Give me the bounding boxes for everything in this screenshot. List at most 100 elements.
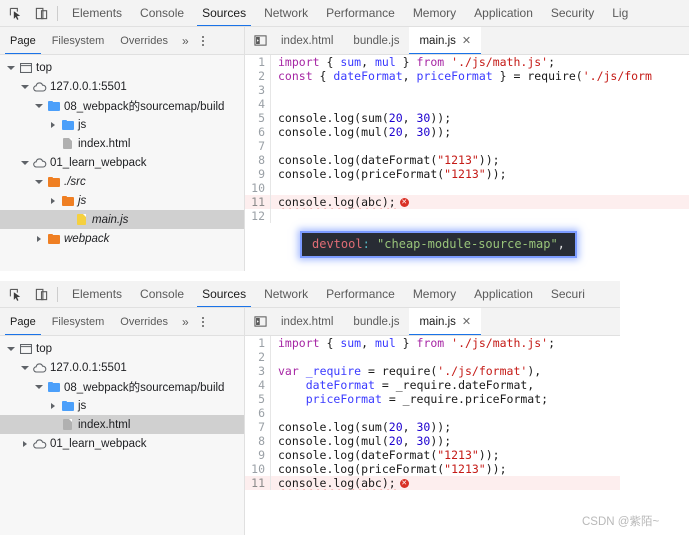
chevron-down-icon[interactable] <box>34 179 43 184</box>
tree-row[interactable]: js <box>0 396 244 415</box>
tab-memory[interactable]: Memory <box>404 281 465 307</box>
tab-network[interactable]: Network <box>255 281 317 307</box>
tree-twisty[interactable] <box>46 197 59 204</box>
code-line[interactable]: 7 console.log(sum(20, 30)); <box>245 420 620 434</box>
error-badge-icon[interactable]: ✕ <box>399 198 409 207</box>
tab-console[interactable]: Console <box>131 0 193 26</box>
nav-more-tabs-icon[interactable]: » <box>176 308 195 335</box>
chevron-down-icon[interactable] <box>6 65 15 70</box>
code-line[interactable]: 9 console.log(dateFormat("1213")); <box>245 448 620 462</box>
device-toolbar-icon[interactable] <box>28 0 54 26</box>
tab-application[interactable]: Application <box>465 281 542 307</box>
code-line[interactable]: 5 priceFormat = _require.priceFormat; <box>245 392 620 406</box>
editor-tab-index-html[interactable]: index.html <box>271 27 343 54</box>
tree-row[interactable]: 08_webpack的sourcemap/build <box>0 96 244 115</box>
code-line[interactable]: 9 console.log(priceFormat("1213")); <box>245 167 689 181</box>
source-editor[interactable]: 1 import { sum, mul } from './js/math.js'… <box>245 336 620 535</box>
tab-application[interactable]: Application <box>465 0 542 26</box>
code-content[interactable]: 1 import { sum, mul } from './js/math.js'… <box>245 336 620 490</box>
tree-row[interactable]: js <box>0 115 244 134</box>
tab-security[interactable]: Securi <box>542 281 594 307</box>
tab-performance[interactable]: Performance <box>317 0 404 26</box>
file-navigator-tree[interactable]: top 127.0.0.1:5501 08_webpack的sourcemap/bu… <box>0 336 245 535</box>
inspect-element-icon[interactable] <box>2 0 28 26</box>
nav-tab-page[interactable]: Page <box>2 27 44 54</box>
editor-tab-bundle-js[interactable]: bundle.js <box>343 27 409 54</box>
editor-tab-bundle-js[interactable]: bundle.js <box>343 308 409 335</box>
navigator-more-options-icon[interactable] <box>195 27 211 54</box>
source-editor[interactable]: 1 import { sum, mul } from './js/math.js'… <box>245 55 689 271</box>
collapse-navigator-icon[interactable] <box>249 27 271 54</box>
navigator-more-options-icon[interactable] <box>195 308 211 335</box>
tab-sources[interactable]: Sources <box>193 0 255 26</box>
tab-performance[interactable]: Performance <box>317 281 404 307</box>
code-line-error[interactable]: 11 console.log(abc); ✕ <box>245 195 689 209</box>
code-line[interactable]: 6 console.log(mul(20, 30)); <box>245 125 689 139</box>
close-icon[interactable]: ✕ <box>462 27 471 54</box>
code-line[interactable]: 5 console.log(sum(20, 30)); <box>245 111 689 125</box>
code-line-error[interactable]: 11 console.log(abc); ✕ <box>245 476 620 490</box>
editor-tab-index-html[interactable]: index.html <box>271 308 343 335</box>
editor-tab-main-js[interactable]: main.js ✕ <box>409 308 482 335</box>
tab-elements[interactable]: Elements <box>63 0 131 26</box>
tree-row[interactable]: top <box>0 58 244 77</box>
nav-tab-overrides[interactable]: Overrides <box>112 27 176 54</box>
tab-security[interactable]: Security <box>542 0 603 26</box>
tree-row[interactable]: ./src <box>0 172 244 191</box>
tree-twisty[interactable] <box>18 84 31 89</box>
tree-twisty[interactable] <box>46 402 59 409</box>
code-content[interactable]: 1 import { sum, mul } from './js/math.js'… <box>245 55 689 223</box>
tree-twisty[interactable] <box>32 179 45 184</box>
tree-twisty[interactable] <box>18 160 31 165</box>
chevron-down-icon[interactable] <box>20 84 29 89</box>
tab-memory[interactable]: Memory <box>404 0 465 26</box>
chevron-right-icon[interactable] <box>50 402 55 409</box>
code-line[interactable]: 4 <box>245 97 689 111</box>
code-line[interactable]: 12 <box>245 209 689 223</box>
code-line[interactable]: 10 <box>245 181 689 195</box>
tree-twisty[interactable] <box>18 365 31 370</box>
code-line[interactable]: 3 var _require = require('./js/format'), <box>245 364 620 378</box>
chevron-right-icon[interactable] <box>50 197 55 204</box>
tree-row[interactable]: index.html <box>0 415 244 434</box>
editor-tab-main-js[interactable]: main.js ✕ <box>409 27 482 54</box>
code-line[interactable]: 1 import { sum, mul } from './js/math.js'… <box>245 55 689 69</box>
chevron-down-icon[interactable] <box>20 160 29 165</box>
tree-row[interactable]: 127.0.0.1:5501 <box>0 358 244 377</box>
chevron-right-icon[interactable] <box>36 235 41 242</box>
nav-tab-overrides[interactable]: Overrides <box>112 308 176 335</box>
close-icon[interactable]: ✕ <box>462 308 471 335</box>
chevron-down-icon[interactable] <box>6 346 15 351</box>
tree-twisty[interactable] <box>32 103 45 108</box>
nav-more-tabs-icon[interactable]: » <box>176 27 195 54</box>
tab-elements[interactable]: Elements <box>63 281 131 307</box>
tree-row[interactable]: 08_webpack的sourcemap/build <box>0 377 244 396</box>
code-line[interactable]: 3 <box>245 83 689 97</box>
tree-row[interactable]: 127.0.0.1:5501 <box>0 77 244 96</box>
tree-row[interactable]: index.html <box>0 134 244 153</box>
code-line[interactable]: 8 console.log(dateFormat("1213")); <box>245 153 689 167</box>
tree-row[interactable]: 01_learn_webpack <box>0 153 244 172</box>
chevron-right-icon[interactable] <box>50 121 55 128</box>
code-line[interactable]: 7 <box>245 139 689 153</box>
tab-sources[interactable]: Sources <box>193 281 255 307</box>
inspect-element-icon[interactable] <box>2 281 28 307</box>
chevron-down-icon[interactable] <box>20 365 29 370</box>
collapse-navigator-icon[interactable] <box>249 308 271 335</box>
tree-row[interactable]: 01_learn_webpack <box>0 434 244 453</box>
tab-lighthouse[interactable]: Lig <box>603 0 637 26</box>
tree-row[interactable]: js <box>0 191 244 210</box>
code-line[interactable]: 1 import { sum, mul } from './js/math.js'… <box>245 336 620 350</box>
tree-twisty[interactable] <box>46 121 59 128</box>
nav-tab-filesystem[interactable]: Filesystem <box>44 308 113 335</box>
tree-twisty[interactable] <box>18 440 31 447</box>
tree-row[interactable]: webpack <box>0 229 244 248</box>
nav-tab-page[interactable]: Page <box>2 308 44 335</box>
nav-tab-filesystem[interactable]: Filesystem <box>44 27 113 54</box>
code-line[interactable]: 6 <box>245 406 620 420</box>
tree-twisty[interactable] <box>4 346 17 351</box>
code-line[interactable]: 2 const { dateFormat, priceFormat } = req… <box>245 69 689 83</box>
code-line[interactable]: 10 console.log(priceFormat("1213")); <box>245 462 620 476</box>
tree-twisty[interactable] <box>32 384 45 389</box>
chevron-down-icon[interactable] <box>34 103 43 108</box>
